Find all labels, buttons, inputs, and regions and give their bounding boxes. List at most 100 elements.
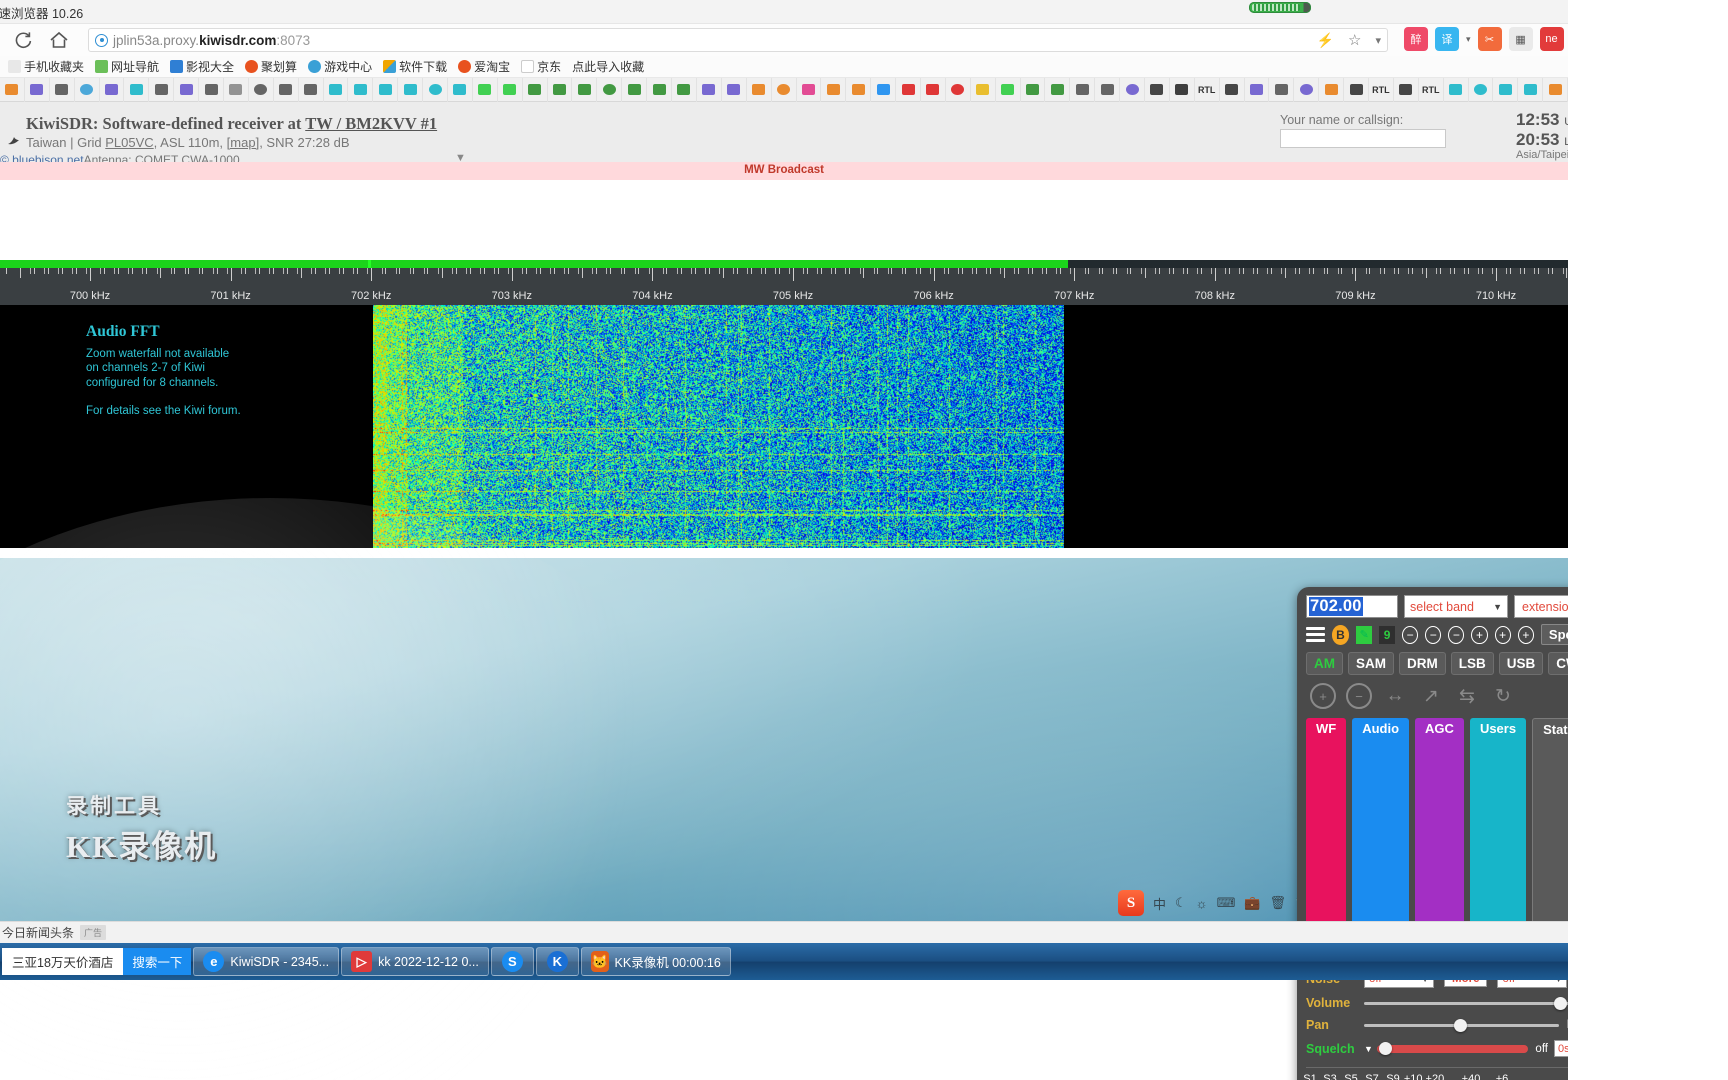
kiwi-tool-button[interactable] xyxy=(473,77,498,102)
kiwi-tool-button[interactable] xyxy=(1021,77,1046,102)
search-input[interactable]: 三亚18万天价酒店 xyxy=(2,948,124,975)
grid-icon[interactable]: ▦ xyxy=(1508,27,1533,51)
keyboard-icon[interactable]: ⌨ xyxy=(1217,895,1236,911)
kiwi-tool-button[interactable] xyxy=(274,77,299,102)
chevron-down-icon[interactable]: ▼ xyxy=(1364,1044,1373,1054)
mode-cw[interactable]: CW xyxy=(1548,652,1568,675)
zoom-in-icon[interactable]: + xyxy=(1310,683,1336,709)
zoom-in-icon[interactable]: + xyxy=(1494,625,1511,644)
kiwi-tool-button[interactable] xyxy=(1344,77,1369,102)
frequency-input[interactable]: 702.00 xyxy=(1306,595,1398,618)
kiwi-tool-button[interactable] xyxy=(821,77,847,102)
passband-shift-icon[interactable]: ⇆ xyxy=(1454,683,1480,709)
squelch-time[interactable]: 0s▼ xyxy=(1554,1040,1568,1057)
kiwi-tool-button[interactable] xyxy=(199,77,225,102)
kiwi-tool-button[interactable] xyxy=(0,77,25,102)
translate-icon[interactable]: 译 xyxy=(1435,27,1459,51)
kiwi-tool-button[interactable] xyxy=(174,77,200,102)
kiwi-tool-button[interactable]: RTL xyxy=(1419,77,1444,102)
taskbar-search[interactable]: 三亚18万天价酒店 搜索一下 xyxy=(2,948,192,975)
kiwi-tool-button[interactable] xyxy=(1095,77,1121,102)
zoom-level-badge[interactable]: 9 xyxy=(1379,625,1396,644)
passband-reset-icon[interactable]: ↻ xyxy=(1490,683,1516,709)
kiwi-tool-button[interactable] xyxy=(398,77,424,102)
pan-knob[interactable] xyxy=(1454,1018,1468,1032)
volume-knob[interactable] xyxy=(1554,996,1568,1010)
kiwi-tool-button[interactable] xyxy=(772,77,797,102)
pan-slider[interactable] xyxy=(1364,1018,1559,1032)
taskbar-item-kk-recorder[interactable]: 🐱 KK录像机 00:00:16 xyxy=(580,947,731,976)
bookmark-item[interactable]: 京东 xyxy=(517,57,565,76)
map-link[interactable]: [map] xyxy=(227,135,260,150)
kiwi-tool-button[interactable] xyxy=(1493,77,1519,102)
squelch-knob[interactable] xyxy=(1379,1042,1393,1055)
kiwi-tool-button[interactable] xyxy=(124,77,150,102)
taskbar-item-k[interactable]: K xyxy=(535,947,579,976)
kiwi-tool-button[interactable] xyxy=(647,77,673,102)
band-badge[interactable]: B xyxy=(1331,624,1350,645)
zoom-out-step-icon[interactable]: − xyxy=(1448,625,1465,644)
bookmark-item[interactable]: 手机收藏夹 xyxy=(4,57,88,76)
kiwi-tool-button[interactable] xyxy=(622,77,648,102)
band-bar[interactable]: MW Broadcast xyxy=(0,162,1568,180)
kiwi-tool-button[interactable] xyxy=(373,77,399,102)
edit-icon[interactable]: ✎ xyxy=(1356,625,1373,644)
ime-mode-chinese[interactable]: 中 xyxy=(1153,894,1166,913)
reload-icon[interactable] xyxy=(12,29,34,51)
zoom-out-max-icon[interactable]: − xyxy=(1425,625,1442,644)
chevron-down-icon[interactable]: ▾ xyxy=(1375,34,1381,47)
bookmark-item[interactable]: 软件下载 xyxy=(379,57,451,76)
kiwi-tool-button[interactable] xyxy=(946,77,971,102)
kiwi-tool-button[interactable] xyxy=(1120,77,1145,102)
mode-usb[interactable]: USB xyxy=(1498,652,1544,675)
moon-icon[interactable]: ☾ xyxy=(1175,895,1187,911)
bookmark-item[interactable]: 网址导航 xyxy=(91,57,163,76)
mode-sam[interactable]: SAM xyxy=(1348,652,1394,675)
grid-link[interactable]: PL05VC xyxy=(105,135,153,150)
star-icon[interactable]: ☆ xyxy=(1348,31,1361,49)
select-band-dropdown[interactable]: select band ▼ xyxy=(1404,595,1508,618)
kiwi-tool-button[interactable] xyxy=(747,77,772,102)
home-icon[interactable] xyxy=(48,29,70,51)
bookmark-item[interactable]: 影视大全 xyxy=(166,57,238,76)
kiwi-tool-button[interactable] xyxy=(572,77,598,102)
mode-am[interactable]: AM xyxy=(1306,652,1343,675)
callsign-input[interactable] xyxy=(1280,129,1446,148)
bookmark-item[interactable]: 爱淘宝 xyxy=(454,57,514,76)
extension-icon[interactable]: 醉 xyxy=(1404,27,1428,51)
frequency-scale[interactable]: 700 kHz 701 kHz 702 kHz 703 kHz 704 kHz 705 k… xyxy=(0,260,1568,305)
kiwi-tool-button[interactable] xyxy=(224,77,249,102)
kiwi-tool-button[interactable] xyxy=(423,77,449,102)
bookmark-item[interactable]: 聚划算 xyxy=(241,57,301,76)
squelch-slider[interactable] xyxy=(1376,1042,1529,1055)
spec-button[interactable]: Spec xyxy=(1540,624,1568,645)
search-button[interactable]: 搜索一下 xyxy=(123,948,192,975)
address-bar[interactable]: jplin53a.proxy.kiwisdr.com:8073 ⚡ ☆ ▾ xyxy=(88,28,1388,52)
kiwi-tool-button[interactable] xyxy=(75,77,100,102)
zoom-out-icon[interactable]: − xyxy=(1402,625,1419,644)
kiwi-tool-button[interactable] xyxy=(50,77,75,102)
extension-dropdown[interactable]: extension xyxy=(1514,595,1568,618)
kiwi-tool-button[interactable] xyxy=(1070,77,1096,102)
kiwi-tool-button[interactable] xyxy=(324,77,349,102)
mode-drm[interactable]: DRM xyxy=(1399,652,1446,675)
new-tab-icon[interactable]: ne xyxy=(1539,27,1564,51)
briefcase-icon[interactable]: 💼 xyxy=(1244,895,1260,911)
weather-icon[interactable]: ☼ xyxy=(1196,896,1208,911)
menu-icon[interactable] xyxy=(1306,627,1325,642)
kiwi-tool-button[interactable] xyxy=(1394,77,1419,102)
kiwi-tool-button[interactable] xyxy=(896,77,921,102)
kiwi-tool-button[interactable] xyxy=(25,77,50,102)
bookmark-import[interactable]: 点此导入收藏 xyxy=(568,57,648,76)
kiwi-tool-button[interactable] xyxy=(846,77,872,102)
kiwi-tool-button[interactable] xyxy=(1518,77,1544,102)
kiwi-tool-button[interactable] xyxy=(797,77,822,102)
passband-narrow-icon[interactable]: ↔ xyxy=(1382,683,1408,709)
kiwi-tool-button[interactable] xyxy=(1220,77,1245,102)
kiwi-tool-button[interactable] xyxy=(1444,77,1469,102)
kiwi-tool-button[interactable] xyxy=(523,77,548,102)
kiwi-tool-button[interactable] xyxy=(299,77,324,102)
kiwi-tool-button[interactable] xyxy=(1045,77,1071,102)
kiwi-tool-button[interactable] xyxy=(498,77,523,102)
taskbar-item-sogou[interactable]: S xyxy=(490,947,534,976)
